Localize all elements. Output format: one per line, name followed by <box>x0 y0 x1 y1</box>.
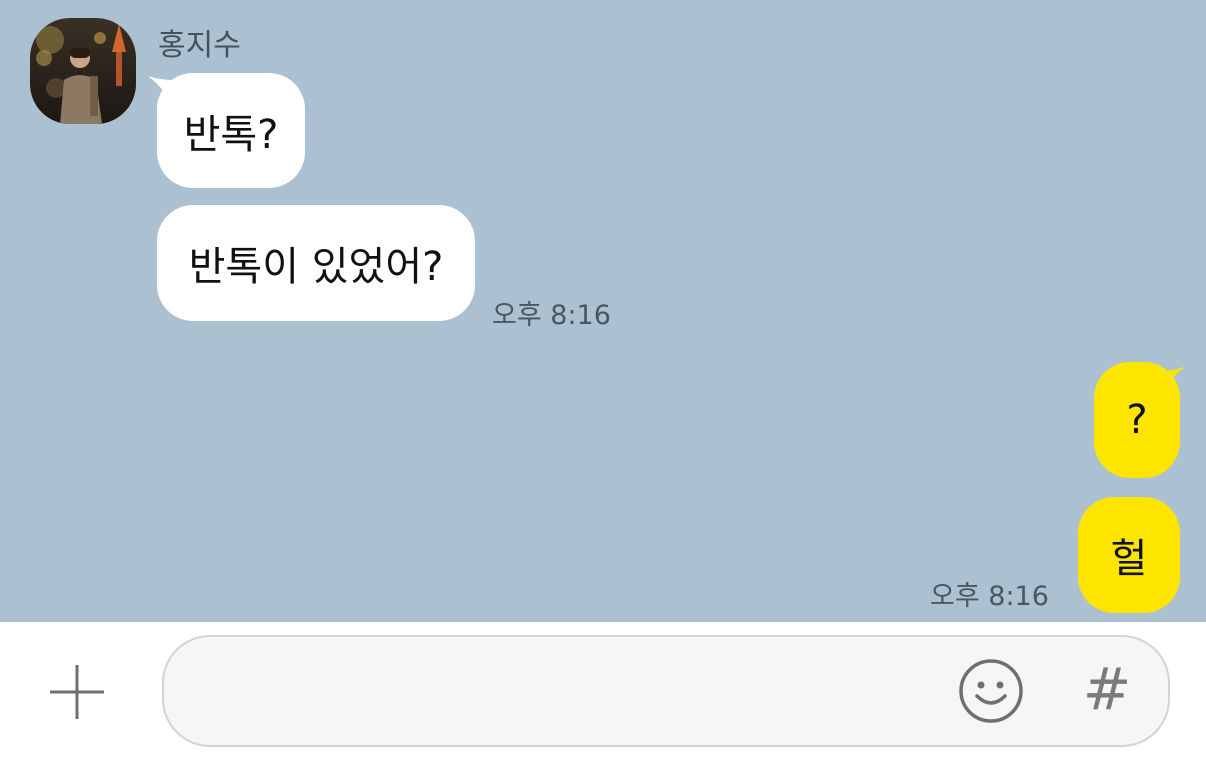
emoji-button[interactable] <box>958 658 1024 724</box>
incoming-message-bubble[interactable]: 반톡? <box>157 73 305 188</box>
outgoing-message-bubble[interactable]: ? <box>1094 362 1180 478</box>
emoji-icon <box>959 659 1023 723</box>
message-timestamp: 오후 8:16 <box>930 581 1049 612</box>
chat-area: 홍지수 반톡? 반톡이 있었어? 오후 8:16 ? 헐 오후 8:16 <box>0 0 1206 622</box>
message-timestamp: 오후 8:16 <box>492 300 611 331</box>
profile-photo-icon <box>30 18 136 124</box>
sender-name: 홍지수 <box>158 28 241 63</box>
attach-button[interactable] <box>42 657 112 727</box>
outgoing-message-bubble[interactable]: 헐 <box>1078 497 1180 613</box>
message-text: 반톡이 있었어? <box>188 244 444 290</box>
message-text: 반톡? <box>183 111 279 158</box>
message-text: ? <box>1126 397 1148 443</box>
hashtag-search-button[interactable]: # <box>1078 656 1136 722</box>
message-text: 헐 <box>1110 536 1148 582</box>
incoming-message-bubble[interactable]: 반톡이 있었어? <box>157 205 475 321</box>
plus-icon <box>50 665 104 719</box>
contact-avatar[interactable] <box>30 18 136 124</box>
message-input[interactable] <box>204 637 944 745</box>
